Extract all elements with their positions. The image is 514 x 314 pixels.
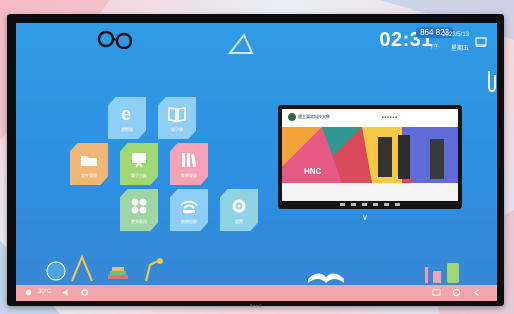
mirrored-taskbar <box>282 201 458 207</box>
set-square-icon <box>227 33 254 54</box>
tile-wifi[interactable]: 無線投屏 <box>170 189 208 231</box>
temperature-label: 30°C <box>38 289 52 295</box>
ampm-label: 下午 <box>428 44 439 50</box>
weather-icon <box>25 289 32 296</box>
tile-label: 更多應用 <box>131 218 147 224</box>
site-name: 國立臺北科技大學 <box>298 114 330 119</box>
tile-label: 教學資源 <box>181 172 197 178</box>
tile-label: 文件管理 <box>81 172 97 178</box>
book-icon <box>168 106 186 122</box>
mirrored-website: 國立臺北科技大學 ■ ■ ■ ■ ■ ■ HNC <box>282 109 458 201</box>
tile-browser[interactable]: e 瀏覽器 <box>108 97 146 139</box>
tile-apps[interactable]: 更多應用 <box>120 189 158 231</box>
site-footer-strip <box>282 183 458 201</box>
settings-icon[interactable] <box>80 288 89 297</box>
tile-whiteboard[interactable]: 電子白板 <box>120 143 158 185</box>
bottom-dock: 30°C <box>16 285 497 301</box>
clip-icon <box>488 71 496 93</box>
home-icon[interactable] <box>452 288 461 297</box>
books-icon <box>182 152 197 167</box>
gear-icon <box>232 199 246 212</box>
tile-label: 電子書 <box>171 126 183 132</box>
whiteboard-icon <box>132 152 146 167</box>
window-switch-icon[interactable] <box>475 37 487 47</box>
tv-brand: BenQ <box>250 303 263 308</box>
tile-files[interactable]: 文件管理 <box>70 143 108 185</box>
folder-icon <box>81 155 97 166</box>
tile-label: 電子白板 <box>131 172 147 178</box>
pens-decoration <box>425 263 459 283</box>
open-book-decoration <box>308 273 344 283</box>
tile-label: 設置 <box>235 218 243 224</box>
tile-settings[interactable]: 設置 <box>220 189 258 231</box>
wifi-icon <box>180 200 198 213</box>
tile-library[interactable]: 教學資源 <box>170 143 208 185</box>
glasses-icon <box>97 30 133 49</box>
grid-icon <box>131 198 147 213</box>
date-label: 2023/5/13 <box>442 32 469 38</box>
site-logo <box>288 113 296 121</box>
weekday-label: 星期五 <box>450 46 469 52</box>
banner-text: HNC <box>304 167 322 176</box>
tile-label: 瀏覽器 <box>121 126 133 132</box>
stationery-decoration <box>46 254 163 282</box>
gallery-icon[interactable] <box>432 288 441 297</box>
screen-mirror-window[interactable]: 國立臺北科技大學 ■ ■ ■ ■ ■ ■ HNC <box>278 105 462 209</box>
browser-e-icon: e <box>121 104 131 124</box>
back-icon[interactable] <box>472 288 481 297</box>
volume-icon[interactable] <box>62 288 71 297</box>
launcher-screen: 02:31 下午 864 823 2023/5/13 星期五 e 瀏覽器 電子書… <box>16 23 497 301</box>
site-nav: ■ ■ ■ ■ ■ ■ <box>382 115 398 119</box>
site-header: 國立臺北科技大學 ■ ■ ■ ■ ■ ■ <box>282 109 458 128</box>
svg-text:e: e <box>121 104 131 124</box>
chevron-down-icon[interactable]: ∨ <box>362 213 368 222</box>
tile-label: 無線投屏 <box>181 218 197 224</box>
tile-ebook[interactable]: 電子書 <box>158 97 196 139</box>
